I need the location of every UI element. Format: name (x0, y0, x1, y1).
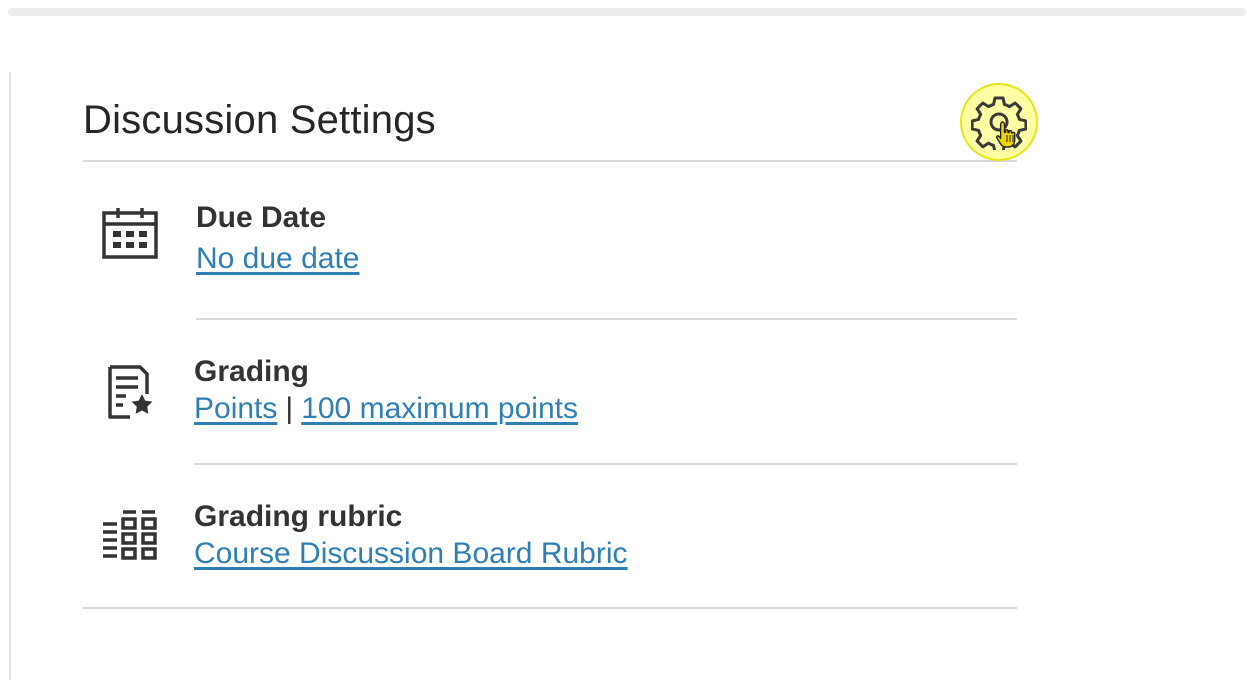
top-scroll-bar (8, 8, 1246, 16)
settings-button[interactable] (960, 83, 1038, 161)
calendar-icon (101, 207, 159, 265)
grading-rubric-label: Grading rubric (194, 500, 403, 533)
discussion-settings-panel: Discussion Settings Due Date No due date… (83, 83, 1038, 609)
grading-label: Grading (194, 355, 310, 388)
panel-header: Discussion Settings (83, 83, 1038, 162)
link-separator: | (285, 392, 294, 425)
setting-row-grading: Grading Points | 100 maximum points (83, 320, 1017, 465)
grading-content: Grading Points | 100 maximum points (194, 320, 1017, 426)
rubric-link[interactable]: Course Discussion Board Rubric (194, 537, 628, 570)
left-border (9, 72, 11, 680)
grading-scheme-link[interactable]: Points (194, 392, 277, 425)
rubric-grid-icon (101, 508, 159, 566)
gear-icon (971, 96, 1027, 150)
grading-rubric-content: Grading rubric Course Discussion Board R… (194, 465, 1017, 571)
panel-title: Discussion Settings (83, 98, 436, 142)
maximum-points-link[interactable]: 100 maximum points (301, 392, 578, 425)
grading-star-icon (101, 363, 159, 421)
setting-row-grading-rubric: Grading rubric Course Discussion Board R… (83, 465, 1017, 609)
due-date-content: Due Date No due date (196, 162, 1017, 276)
setting-row-due-date: Due Date No due date (83, 162, 1017, 320)
due-date-label: Due Date (196, 201, 327, 234)
due-date-link[interactable]: No due date (196, 242, 359, 275)
divider (83, 607, 1017, 609)
